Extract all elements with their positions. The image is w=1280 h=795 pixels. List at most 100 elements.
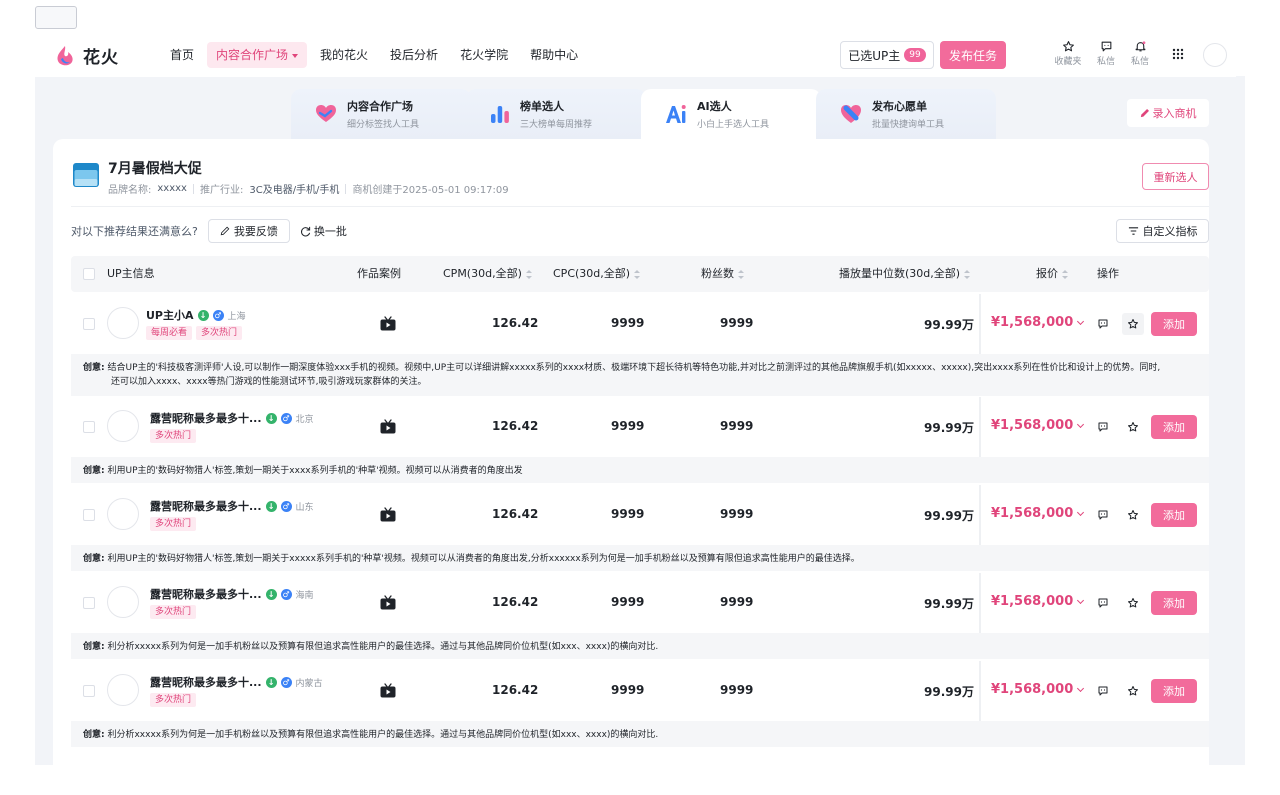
favorite-up-button[interactable] — [1122, 313, 1144, 335]
industry-value: 3C及电器/手机/手机 — [249, 185, 340, 196]
plays-value: 99.99万 — [924, 509, 974, 523]
price-dropdown[interactable]: ¥1,568,000 — [991, 506, 1085, 521]
favorite-up-button[interactable] — [1122, 416, 1144, 438]
col-fans[interactable]: 粉丝数 — [701, 256, 744, 292]
row-checkbox[interactable] — [83, 421, 95, 433]
refresh-batch-button[interactable]: 换一批 — [300, 223, 347, 239]
row-checkbox[interactable] — [83, 509, 95, 521]
video-tv-icon[interactable] — [380, 507, 396, 525]
price-dropdown[interactable]: ¥1,568,000 — [991, 315, 1085, 330]
chevron-down-icon — [1077, 508, 1085, 516]
top-header: 花火 首页 内容合作广场 我的花火 投后分析 花火学院 帮助中心 已选UP主 9… — [35, 32, 1245, 77]
up-avatar[interactable] — [107, 674, 139, 706]
message-up-button[interactable] — [1092, 416, 1114, 438]
col-works: 作品案例 — [357, 267, 401, 280]
sort-icon — [634, 269, 641, 279]
col-price[interactable]: 报价 — [1036, 256, 1068, 292]
message-button[interactable]: 私信 — [1089, 40, 1123, 67]
brand-logo[interactable]: 花火 — [55, 43, 119, 68]
up-location: 海南 — [295, 590, 314, 601]
idea-text: 利用UP主的'数码好物猎人'标签,策划一期关于xxxxx系列手机的'种草'视频。… — [107, 554, 860, 564]
sort-icon — [964, 269, 971, 279]
apps-grid-icon[interactable] — [1172, 48, 1184, 63]
nav-post-analysis[interactable]: 投后分析 — [381, 42, 447, 68]
up-tag: 多次热门 — [150, 693, 197, 707]
selected-up-button[interactable]: 已选UP主 99 — [840, 41, 934, 69]
custom-metric-button[interactable]: 自定义指标 — [1116, 219, 1209, 243]
fans-value: 9999 — [720, 595, 754, 609]
edit-icon — [220, 226, 230, 236]
feedback-button[interactable]: 我要反馈 — [207, 219, 290, 243]
scrollbar-track[interactable] — [1236, 76, 1245, 383]
video-tv-icon[interactable] — [380, 419, 396, 437]
select-all-checkbox[interactable] — [83, 268, 95, 280]
chevron-down-icon — [1077, 317, 1085, 325]
message-up-button[interactable] — [1092, 313, 1114, 335]
add-up-button[interactable]: 添加 — [1151, 679, 1197, 703]
tab-title: 发布心愿单 — [872, 100, 927, 113]
add-up-button[interactable]: 添加 — [1151, 503, 1197, 527]
nav-help[interactable]: 帮助中心 — [521, 42, 587, 68]
video-tv-icon[interactable] — [380, 595, 396, 613]
reselect-button[interactable]: 重新选人 — [1142, 163, 1209, 190]
col-cpc[interactable]: CPC(30d,全部) — [553, 256, 641, 292]
fans-value: 9999 — [720, 316, 754, 330]
message-up-button[interactable] — [1092, 592, 1114, 614]
up-name[interactable]: 露营昵称最多最多十... — [150, 410, 262, 426]
add-up-button[interactable]: 添加 — [1151, 591, 1197, 615]
nav-content-plaza[interactable]: 内容合作广场 — [207, 42, 308, 68]
cpc-value: 9999 — [611, 316, 645, 330]
message-up-button[interactable] — [1092, 504, 1114, 526]
row-checkbox[interactable] — [83, 597, 95, 609]
publish-task-button[interactable]: 发布任务 — [940, 41, 1006, 69]
favorite-up-button[interactable] — [1122, 680, 1144, 702]
add-up-button[interactable]: 添加 — [1151, 312, 1197, 336]
nav-home[interactable]: 首页 — [161, 42, 203, 68]
cpm-value: 126.42 — [492, 595, 539, 609]
chat-icon — [1098, 319, 1108, 329]
col-cpm[interactable]: CPM(30d,全部) — [443, 256, 532, 292]
message-up-button[interactable] — [1092, 680, 1114, 702]
chat-icon — [1098, 422, 1108, 432]
nav-my-spark[interactable]: 我的花火 — [311, 42, 377, 68]
male-icon: ♂ — [212, 309, 224, 321]
sort-icon — [525, 269, 532, 279]
user-avatar[interactable] — [1203, 43, 1227, 67]
price-dropdown[interactable]: ¥1,568,000 — [991, 594, 1085, 609]
folder-icon — [73, 161, 99, 189]
idea-text: 结合UP主的'科技极客测评师'人设,可以制作一期深度体验xxx手机的视频。视频中… — [107, 363, 1161, 373]
star-icon — [1128, 319, 1138, 329]
up-avatar[interactable] — [107, 498, 139, 530]
up-name[interactable]: 露营昵称最多最多十... — [150, 586, 262, 602]
video-tv-icon[interactable] — [380, 316, 396, 334]
favorite-up-button[interactable] — [1122, 504, 1144, 526]
col-plays-label: 播放量中位数(30d,全部) — [839, 267, 961, 280]
favorite-up-button[interactable] — [1122, 592, 1144, 614]
col-plays[interactable]: 播放量中位数(30d,全部) — [839, 256, 971, 292]
up-name[interactable]: 露营昵称最多最多十... — [150, 674, 262, 690]
nav-academy[interactable]: 花火学院 — [451, 42, 517, 68]
up-avatar[interactable] — [107, 307, 139, 339]
up-avatar[interactable] — [107, 410, 139, 442]
up-name[interactable]: 露营昵称最多最多十... — [150, 498, 262, 514]
industry-label: 推广行业: — [199, 185, 244, 196]
video-tv-icon[interactable] — [380, 683, 396, 701]
tab-rank[interactable]: 榜单选人 三大榜单每周推荐 — [466, 89, 646, 139]
row-checkbox[interactable] — [83, 685, 95, 697]
up-avatar[interactable] — [107, 586, 139, 618]
enter-lead-button[interactable]: 录入商机 — [1127, 99, 1209, 127]
tab-ai-select[interactable]: AI选人 小白上手选人工具 — [641, 89, 821, 139]
favorites-button[interactable]: 收藏夹 — [1051, 40, 1085, 67]
up-tag: 每周必看 — [146, 326, 193, 340]
price-dropdown[interactable]: ¥1,568,000 — [991, 418, 1085, 433]
campaign-title: 7月暑假档大促 — [108, 161, 202, 177]
tab-content-plaza[interactable]: 内容合作广场 细分标签找人工具 — [291, 89, 471, 139]
table-row: UP主小A ↓ ♂ 上海 每周必看 多次热门 126.42 9999 9999 … — [71, 294, 1209, 354]
notify-button[interactable]: 私信 — [1123, 40, 1157, 67]
idea-row: 创意: 利用UP主的'数码好物猎人'标签,策划一期关于xxxx系列手机的'种草'… — [71, 457, 1209, 483]
tab-wishlist[interactable]: 发布心愿单 批量快捷询单工具 — [816, 89, 996, 139]
up-name[interactable]: UP主小A — [146, 307, 194, 323]
add-up-button[interactable]: 添加 — [1151, 415, 1197, 439]
price-dropdown[interactable]: ¥1,568,000 — [991, 682, 1085, 697]
row-checkbox[interactable] — [83, 318, 95, 330]
